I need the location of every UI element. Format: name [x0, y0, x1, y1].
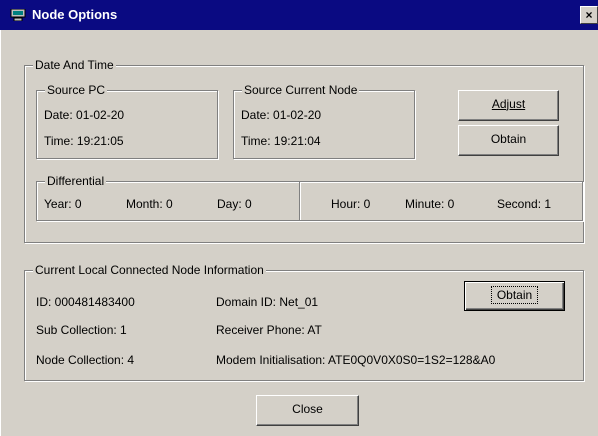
adjust-button-label: Adjust	[491, 97, 526, 111]
receiver-phone: Receiver Phone: AT	[216, 323, 322, 337]
diff-minute: Minute: 0	[405, 197, 455, 211]
source-node-date: Date: 01-02-20	[241, 108, 322, 122]
node-collection: Node Collection: 4	[36, 353, 135, 367]
close-button[interactable]: Close	[256, 395, 359, 426]
date-and-time-legend: Date And Time	[33, 58, 116, 72]
date-and-time-group: Date And Time Source PC Date: 01-02-20 T…	[24, 58, 584, 243]
domain-id: Domain ID: Net_01	[216, 295, 319, 309]
source-pc-date: Date: 01-02-20	[44, 108, 125, 122]
node-options-window: Node Options × Date And Time Source PC D…	[0, 0, 598, 436]
obtain-time-button[interactable]: Obtain	[458, 125, 559, 156]
window-title: Node Options	[32, 7, 118, 22]
close-icon[interactable]: ×	[580, 6, 598, 24]
diff-day: Day: 0	[217, 197, 252, 211]
source-pc-time: Time: 19:21:05	[44, 134, 124, 148]
differential-legend: Differential	[45, 174, 107, 188]
diff-second: Second: 1	[497, 197, 552, 211]
source-pc-group: Source PC Date: 01-02-20 Time: 19:21:05	[36, 83, 218, 159]
diff-hour: Hour: 0	[331, 197, 371, 211]
diff-month: Month: 0	[126, 197, 173, 211]
node-id: ID: 000481483400	[36, 295, 135, 309]
differential-group: Differential Year: 0 Month: 0 Day: 0 Hou…	[36, 174, 583, 221]
diff-year: Year: 0	[44, 197, 82, 211]
differential-divider	[299, 182, 301, 220]
obtain-node-button-label: Obtain	[490, 286, 539, 304]
adjust-button[interactable]: Adjust	[458, 90, 559, 121]
source-current-node-legend: Source Current Node	[242, 83, 360, 97]
computer-icon	[10, 9, 26, 21]
node-info-group: Current Local Connected Node Information…	[24, 263, 584, 381]
node-info-legend: Current Local Connected Node Information	[33, 263, 266, 277]
sub-collection: Sub Collection: 1	[36, 323, 127, 337]
title-bar[interactable]: Node Options ×	[0, 0, 598, 30]
obtain-time-button-label: Obtain	[490, 132, 527, 146]
modem-initialisation: Modem Initialisation: ATE0Q0V0X0S0=1S2=1…	[216, 353, 496, 367]
close-button-label: Close	[292, 402, 323, 416]
window-left-edge	[0, 30, 8, 436]
source-current-node-group: Source Current Node Date: 01-02-20 Time:…	[233, 83, 415, 159]
source-node-time: Time: 19:21:04	[241, 134, 321, 148]
source-pc-legend: Source PC	[45, 83, 108, 97]
obtain-node-button[interactable]: Obtain	[464, 281, 565, 311]
